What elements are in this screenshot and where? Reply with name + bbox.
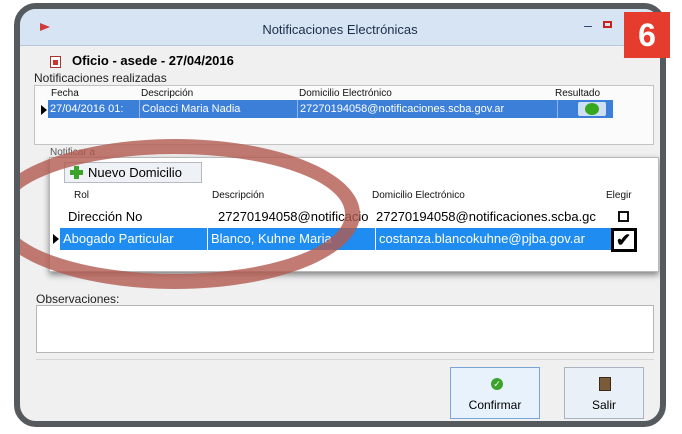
elegir-checkbox-checked[interactable]: ✔ [611, 228, 637, 252]
confirm-button[interactable]: ✓ Confirmar [450, 367, 540, 419]
column-header-fecha: Fecha [51, 88, 79, 99]
divider [36, 359, 654, 360]
elegir-checkbox[interactable] [618, 211, 629, 222]
minimize-button[interactable]: – [580, 17, 596, 33]
cell-fecha: 27/04/2016 01: [48, 100, 140, 118]
exit-button[interactable]: Salir [564, 367, 644, 419]
window-title: Notificaciones Electrónicas [262, 22, 418, 37]
observations-label: Observaciones: [36, 292, 120, 306]
checkmark-icon: ✔ [616, 230, 632, 250]
column-header-resultado: Resultado [555, 88, 601, 99]
column-header-elegir: Elegir [606, 190, 632, 201]
column-header-domicilio: Domicilio Electrónico [372, 190, 465, 201]
document-icon [50, 56, 61, 68]
notifications-section-label: Notificaciones realizadas [34, 71, 167, 85]
observations-field[interactable] [36, 305, 654, 353]
row-pointer-icon [41, 105, 47, 115]
step-badge: 6 [624, 12, 670, 58]
check-icon: ✓ [491, 378, 503, 390]
cell-domicilio: costanza.blancokuhne@pjba.gov.ar [376, 228, 616, 250]
cell-domicilio: 27270194058@notificaciones.scba.gc [376, 209, 596, 224]
green-circle-icon [585, 103, 599, 115]
notifications-table: Fecha Descripción Domicilio Electrónico … [34, 85, 654, 145]
exit-label: Salir [591, 398, 616, 412]
maximize-icon [603, 21, 612, 28]
maximize-button[interactable] [600, 17, 616, 33]
column-header-descripcion: Descripción [141, 88, 194, 99]
table-row[interactable]: 27/04/2016 01: Colacci Maria Nadia 27270… [48, 100, 613, 118]
cell-domicilio: 27270194058@notificaciones.scba.gov.ar [298, 100, 558, 118]
app-window: Notificaciones Electrónicas – Oficio - a… [14, 3, 666, 427]
door-icon [599, 377, 611, 391]
result-button[interactable] [578, 102, 606, 116]
confirm-label: Confirmar [468, 398, 522, 412]
cell-descripcion: Colacci Maria Nadia [140, 100, 298, 118]
title-bar: Notificaciones Electrónicas – [20, 9, 660, 46]
column-header-domicilio: Domicilio Electrónico [299, 88, 392, 99]
document-title: Oficio - asede - 27/04/2016 [72, 53, 234, 68]
